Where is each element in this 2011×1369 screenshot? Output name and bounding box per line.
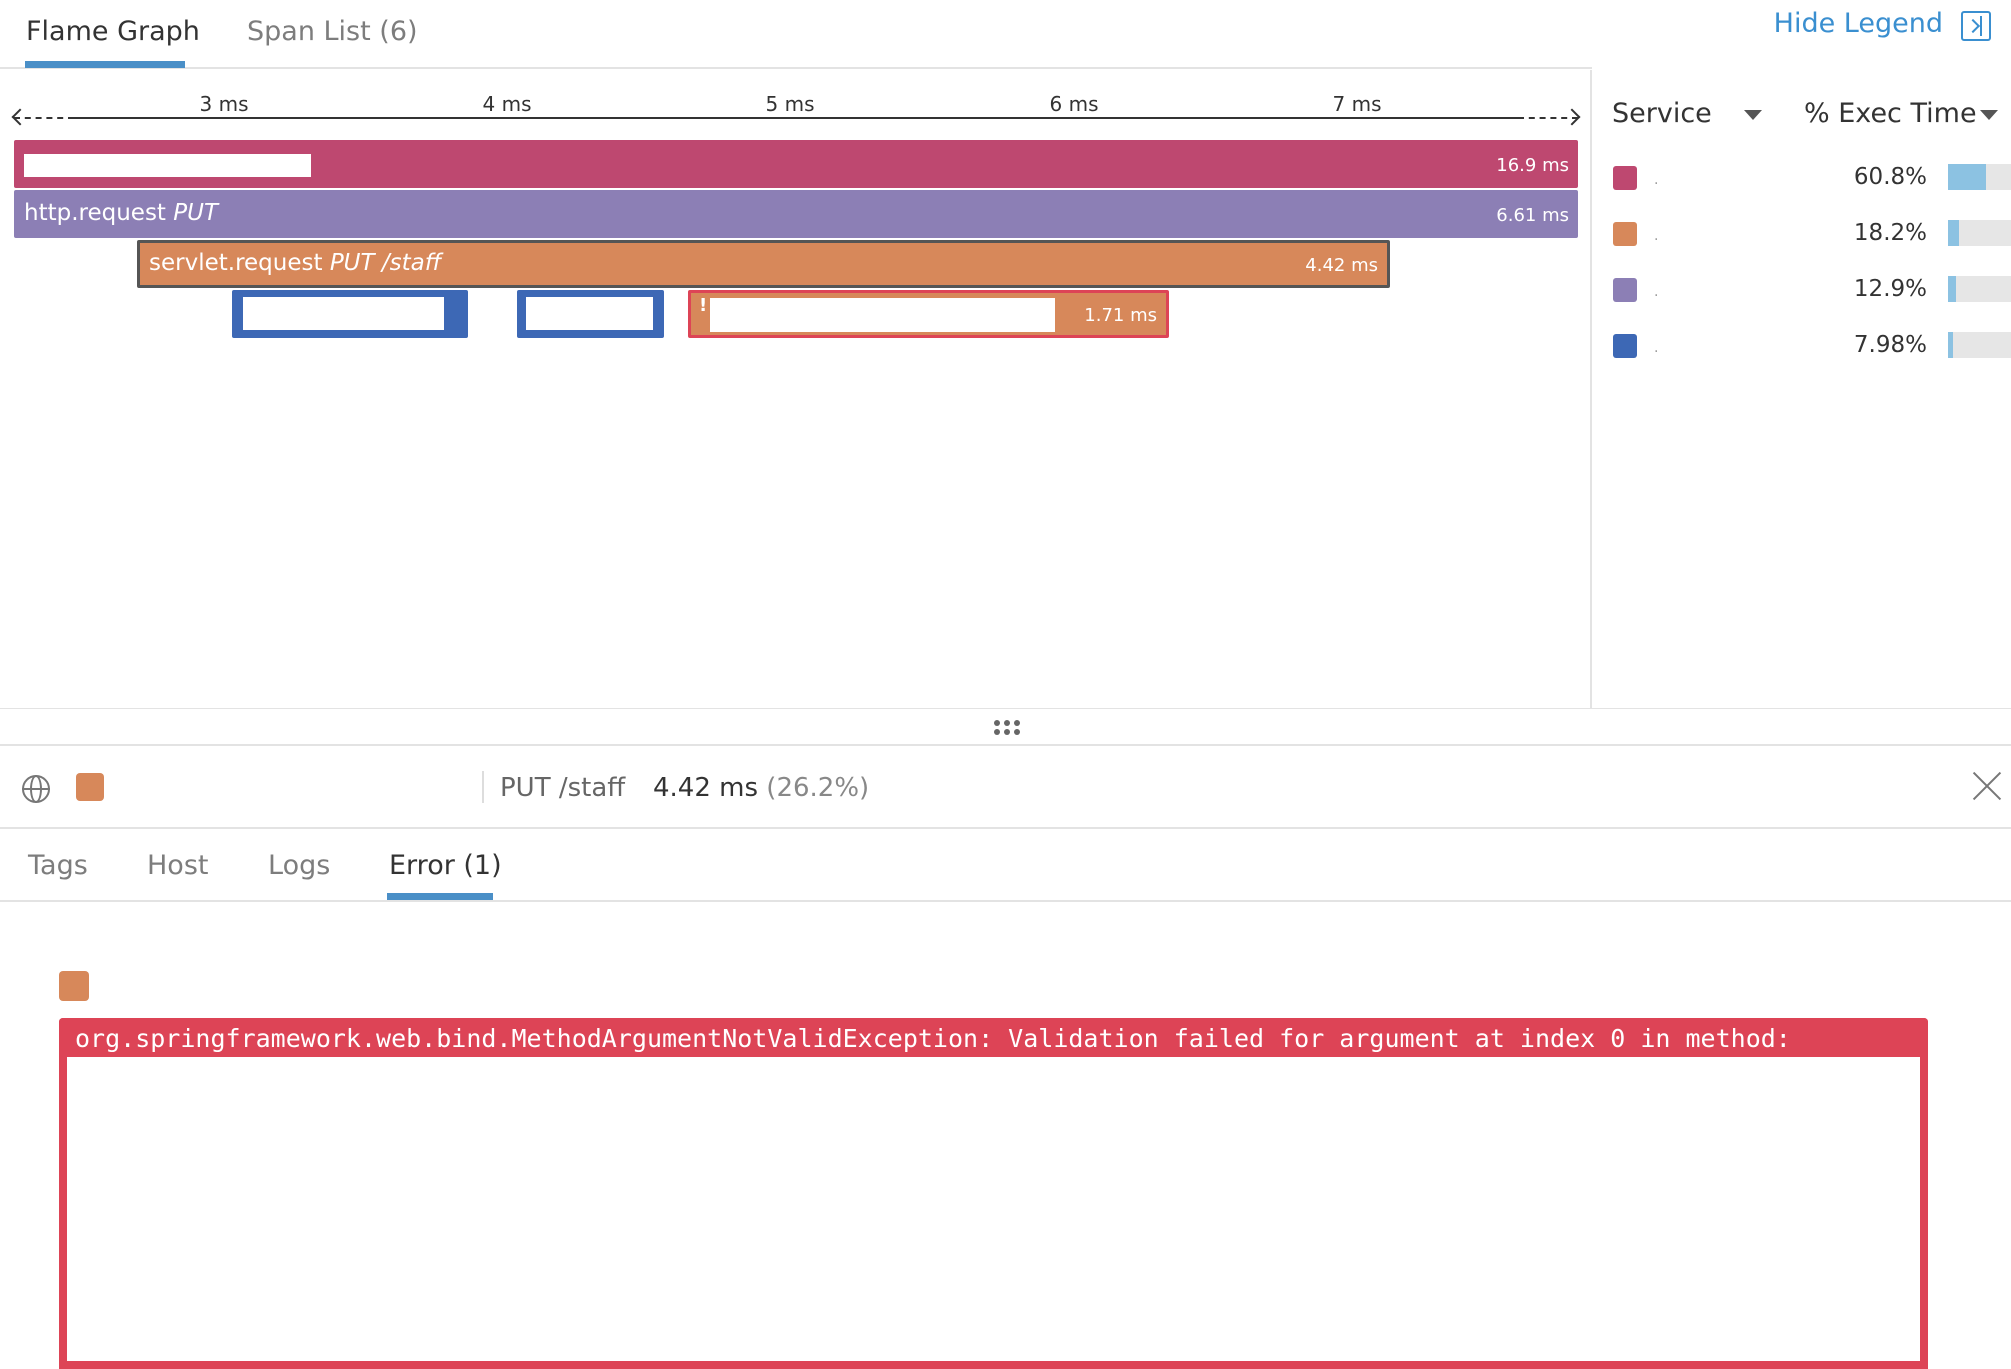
span-root[interactable]: 16.9 ms bbox=[14, 140, 1578, 188]
legend-row[interactable]: · 12.9% bbox=[1594, 270, 2011, 310]
span-operation: servlet.request bbox=[149, 250, 323, 276]
legend-row[interactable]: · 60.8% bbox=[1594, 158, 2011, 198]
legend-pct: 60.8% bbox=[1853, 164, 1927, 190]
span-servlet-request[interactable]: servlet.request PUT /staff 4.42 ms bbox=[137, 240, 1390, 288]
redacted-span-name bbox=[24, 154, 311, 177]
legend-pct: 12.9% bbox=[1853, 276, 1927, 302]
tab-logs[interactable]: Logs bbox=[268, 850, 330, 881]
tab-error[interactable]: Error (1) bbox=[389, 850, 502, 881]
service-sort-caret-icon[interactable] bbox=[1744, 110, 1762, 120]
exec-time-column-header[interactable]: % Exec Time bbox=[1804, 98, 1977, 129]
exec-time-sort-caret-icon[interactable] bbox=[1980, 110, 1998, 120]
legend-service-name: · bbox=[1654, 344, 1659, 360]
hide-legend-link[interactable]: Hide Legend bbox=[1774, 8, 1943, 39]
service-color-swatch bbox=[76, 773, 104, 801]
span-http-request[interactable]: http.request PUT 6.61 ms bbox=[14, 190, 1578, 238]
legend-row[interactable]: · 18.2% bbox=[1594, 214, 2011, 254]
tick-label: 3 ms bbox=[199, 92, 249, 116]
span-resource: PUT bbox=[173, 200, 219, 226]
error-panel bbox=[59, 1018, 1928, 1369]
redacted-span-name bbox=[526, 297, 653, 330]
legend-row[interactable]: · 7.98% bbox=[1594, 326, 2011, 366]
span-detail-tabs: Tags Host Logs Error (1) bbox=[0, 830, 2011, 902]
tab-host[interactable]: Host bbox=[147, 850, 208, 881]
legend-bar-fill bbox=[1948, 220, 1959, 246]
legend-swatch bbox=[1613, 334, 1637, 358]
span-duration-pct: (26.2%) bbox=[766, 773, 870, 803]
legend-swatch bbox=[1613, 222, 1637, 246]
legend-swatch bbox=[1613, 278, 1637, 302]
span-operation: http.request bbox=[24, 200, 166, 226]
legend-panel: Service % Exec Time · 60.8% · 18.2% · 12… bbox=[1594, 70, 2011, 708]
error-title-bar: org.springframework.web.bind.MethodArgum… bbox=[59, 1018, 1928, 1057]
globe-icon bbox=[22, 775, 50, 803]
legend-bar-fill bbox=[1948, 332, 1953, 358]
error-indicator-icon: ! bbox=[699, 295, 708, 316]
legend-swatch bbox=[1613, 166, 1637, 190]
redacted-span-name bbox=[243, 297, 444, 330]
legend-service-name: · bbox=[1654, 232, 1659, 248]
span-duration: 6.61 ms bbox=[1496, 205, 1569, 226]
legend-bar bbox=[1948, 164, 2011, 190]
span-detail-header: PUT /staff 4.42 ms (26.2%) bbox=[0, 747, 2011, 829]
active-tab-indicator bbox=[387, 893, 493, 900]
legend-pct: 18.2% bbox=[1853, 220, 1927, 246]
error-message: org.springframework.web.bind.MethodArgum… bbox=[75, 1024, 1791, 1053]
span-child-error[interactable]: ! 1.71 ms bbox=[688, 290, 1169, 338]
axis-arrow-left-icon bbox=[11, 108, 29, 126]
legend-bar bbox=[1948, 220, 2011, 246]
span-duration-value: 4.42 ms bbox=[653, 773, 759, 803]
span-resource: PUT /staff bbox=[329, 250, 442, 276]
timeline-axis bbox=[72, 117, 1518, 119]
span-duration: 16.9 ms bbox=[1496, 155, 1569, 176]
panel-resize-handle[interactable] bbox=[0, 708, 2011, 746]
tab-span-list[interactable]: Span List (6) bbox=[247, 16, 418, 47]
flame-graph[interactable]: 3 ms 4 ms 5 ms 6 ms 7 ms 16.9 ms http.re… bbox=[0, 70, 1592, 708]
tick-label: 7 ms bbox=[1332, 92, 1382, 116]
redacted-span-name bbox=[710, 298, 1055, 332]
legend-service-name: · bbox=[1654, 288, 1659, 304]
span-child-db-2[interactable] bbox=[517, 290, 664, 338]
span-resource-name: PUT /staff bbox=[500, 773, 626, 803]
span-name: http.request PUT bbox=[24, 200, 218, 226]
service-column-header[interactable]: Service bbox=[1612, 98, 1712, 129]
span-duration: 4.42 ms bbox=[1305, 255, 1378, 276]
tick-label: 4 ms bbox=[482, 92, 532, 116]
divider bbox=[482, 771, 484, 803]
active-tab-indicator bbox=[25, 61, 185, 68]
legend-bar bbox=[1948, 276, 2011, 302]
collapse-legend-icon[interactable] bbox=[1961, 11, 1991, 41]
tick-label: 5 ms bbox=[765, 92, 815, 116]
close-icon[interactable] bbox=[1970, 769, 2004, 803]
tab-tags[interactable]: Tags bbox=[28, 850, 88, 881]
span-child-db-1[interactable] bbox=[232, 290, 468, 338]
service-color-swatch bbox=[59, 971, 89, 1001]
drag-grip-icon[interactable] bbox=[994, 720, 1024, 736]
legend-bar-fill bbox=[1948, 276, 1956, 302]
axis-arrow-right-icon bbox=[1563, 108, 1581, 126]
tab-flame-graph[interactable]: Flame Graph bbox=[26, 16, 200, 47]
span-duration: 4.42 ms (26.2%) bbox=[653, 773, 869, 803]
legend-service-name: · bbox=[1654, 176, 1659, 192]
tick-label: 6 ms bbox=[1049, 92, 1099, 116]
legend-pct: 7.98% bbox=[1853, 332, 1927, 358]
span-duration: 1.71 ms bbox=[1084, 305, 1157, 326]
legend-bar bbox=[1948, 332, 2011, 358]
legend-bar-fill bbox=[1948, 164, 1986, 190]
span-name: servlet.request PUT /staff bbox=[149, 250, 441, 276]
view-tabs: Flame Graph Span List (6) bbox=[0, 0, 1592, 69]
